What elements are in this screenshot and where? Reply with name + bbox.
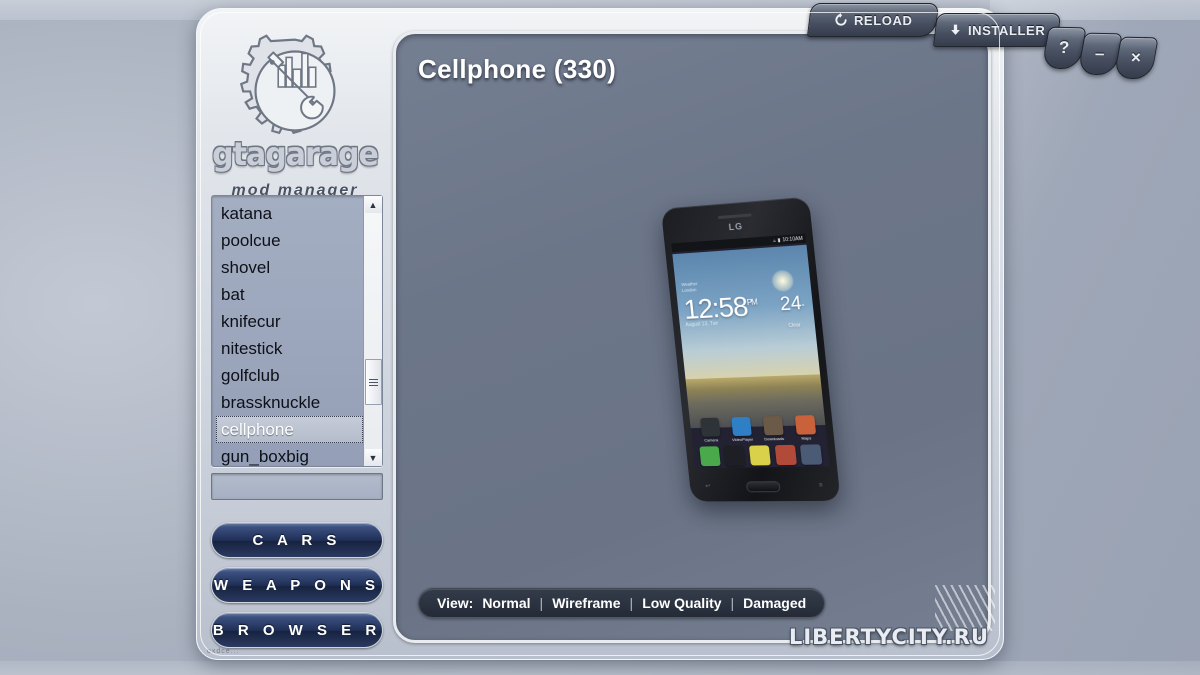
desktop-bottom-band — [0, 661, 1200, 675]
view-mode-toolbar: View: Normal | Wireframe | Low Quality |… — [418, 588, 826, 618]
model-viewport[interactable]: Cellphone (330) LG ▵ ▮ 10:10AM ⚲ — [393, 31, 991, 643]
separator: | — [629, 595, 634, 611]
dock-item — [748, 445, 771, 466]
close-button[interactable]: × — [1113, 36, 1159, 80]
app-icon-row: Camera VideoPlayer Downloads Maps — [690, 415, 827, 443]
help-icon: ? — [1058, 37, 1070, 58]
corner-watermark-text: oxdce... — [207, 648, 240, 655]
separator: | — [539, 595, 544, 611]
list-item[interactable]: bat — [216, 281, 363, 308]
downloads-icon — [762, 415, 784, 436]
view-option-low-quality[interactable]: Low Quality — [642, 595, 721, 611]
installer-button[interactable]: INSTALLER — [932, 13, 1062, 47]
minimize-button[interactable]: – — [1077, 32, 1123, 76]
phone-brand-label: LG — [728, 221, 744, 233]
app-logo: gtagarage mod manager — [209, 19, 381, 200]
view-label: View: — [437, 595, 474, 611]
list-item[interactable]: shovel — [216, 254, 363, 281]
clock-time: 12:58PM — [682, 290, 758, 324]
installer-label: INSTALLER — [967, 22, 1046, 38]
view-option-normal[interactable]: Normal — [482, 595, 530, 611]
temperature-condition: Clear — [788, 322, 801, 330]
view-option-damaged[interactable]: Damaged — [743, 595, 806, 611]
list-item[interactable]: nitestick — [216, 335, 363, 362]
list-item[interactable]: katana — [216, 200, 363, 227]
app-window: gtagarage mod manager katana poolcue sho… — [196, 3, 1159, 660]
app-shortcut: Maps — [793, 415, 817, 441]
model-render-stage: LG ▵ ▮ 10:10AM ⚲ Google Wea — [396, 34, 988, 640]
phone-call-icon — [699, 446, 721, 467]
signal-icon: ▵ — [772, 237, 776, 244]
filter-input[interactable] — [211, 473, 383, 500]
weather-temperature: 24° Clear — [779, 293, 807, 330]
view-option-wireframe[interactable]: Wireframe — [552, 595, 620, 611]
mod-list-scrollbar[interactable]: ▲ ▼ — [363, 196, 382, 466]
reload-circular-arrow-icon — [835, 13, 847, 26]
separator: | — [730, 595, 735, 611]
app-label: Camera — [704, 437, 719, 443]
download-arrow-icon — [950, 24, 960, 35]
reload-button[interactable]: RELOAD — [806, 3, 940, 37]
home-button-icon — [745, 481, 781, 493]
sidebar: gtagarage mod manager katana poolcue sho… — [201, 13, 389, 657]
temperature-unit: ° — [801, 303, 806, 312]
cellphone-3d-model: LG ▵ ▮ 10:10AM ⚲ Google Wea — [660, 196, 841, 502]
app-label: Maps — [801, 435, 812, 441]
list-item[interactable]: poolcue — [216, 227, 363, 254]
dock-item — [723, 445, 746, 466]
menu-softkey-icon: ≡ — [818, 482, 823, 489]
scrollbar-thumb[interactable] — [364, 359, 382, 406]
triangle-down-icon[interactable]: ▼ — [364, 449, 382, 466]
minimize-icon: – — [1095, 43, 1105, 64]
browser-button[interactable]: B R O W S E R — [211, 612, 383, 648]
dock-item — [699, 446, 721, 467]
maps-icon — [794, 415, 816, 435]
grip-icon — [368, 377, 378, 388]
video-player-icon — [730, 416, 752, 437]
clock-widget: Weather London 12:58PM August 13, Tue — [681, 278, 759, 328]
mod-list-items: katana poolcue shovel bat knifecur nites… — [212, 196, 363, 466]
battery-icon: ▮ — [777, 236, 781, 244]
dock-item — [800, 444, 823, 465]
list-item[interactable]: golfclub — [216, 362, 363, 389]
close-icon: × — [1130, 47, 1142, 68]
list-item[interactable]: knifecur — [216, 308, 363, 335]
contacts-icon — [774, 444, 797, 466]
site-watermark: LIBERTYCITY.RU — [788, 625, 989, 649]
app-label: Downloads — [763, 435, 785, 442]
app-label: VideoPlayer — [731, 436, 754, 443]
app-shortcut: Downloads — [761, 415, 785, 442]
phone-dock — [693, 444, 830, 467]
temperature-value: 24 — [779, 292, 803, 316]
logo-wordmark: gtagarage — [212, 135, 379, 174]
reload-label: RELOAD — [853, 12, 913, 28]
gear-wrench-skyline-icon — [239, 34, 336, 135]
scrollbar-track[interactable] — [364, 213, 382, 449]
list-item[interactable]: brassknuckle — [216, 389, 363, 416]
dock-item — [774, 444, 797, 466]
messages-icon — [748, 445, 771, 466]
back-softkey-icon: ↩ — [705, 483, 711, 490]
apps-grid-icon — [800, 444, 823, 465]
triangle-up-icon[interactable]: ▲ — [364, 196, 382, 213]
list-item[interactable]: gun_boxbig — [216, 443, 363, 466]
clock-meridiem: PM — [746, 297, 758, 308]
mod-list[interactable]: katana poolcue shovel bat knifecur nites… — [211, 195, 383, 467]
app-shortcut: Camera — [699, 417, 722, 443]
gallery-icon — [723, 445, 746, 466]
list-item-selected[interactable]: cellphone — [216, 416, 363, 443]
camera-icon — [699, 417, 721, 437]
weapons-button[interactable]: W E A P O N S — [211, 567, 383, 603]
status-time: 10:10AM — [782, 235, 804, 243]
phone-screen: ▵ ▮ 10:10AM ⚲ Google Weather London 12:5… — [671, 233, 830, 469]
app-shortcut: VideoPlayer — [730, 416, 754, 443]
desktop-background-streak — [990, 0, 1200, 675]
cars-button[interactable]: C A R S — [211, 522, 383, 558]
